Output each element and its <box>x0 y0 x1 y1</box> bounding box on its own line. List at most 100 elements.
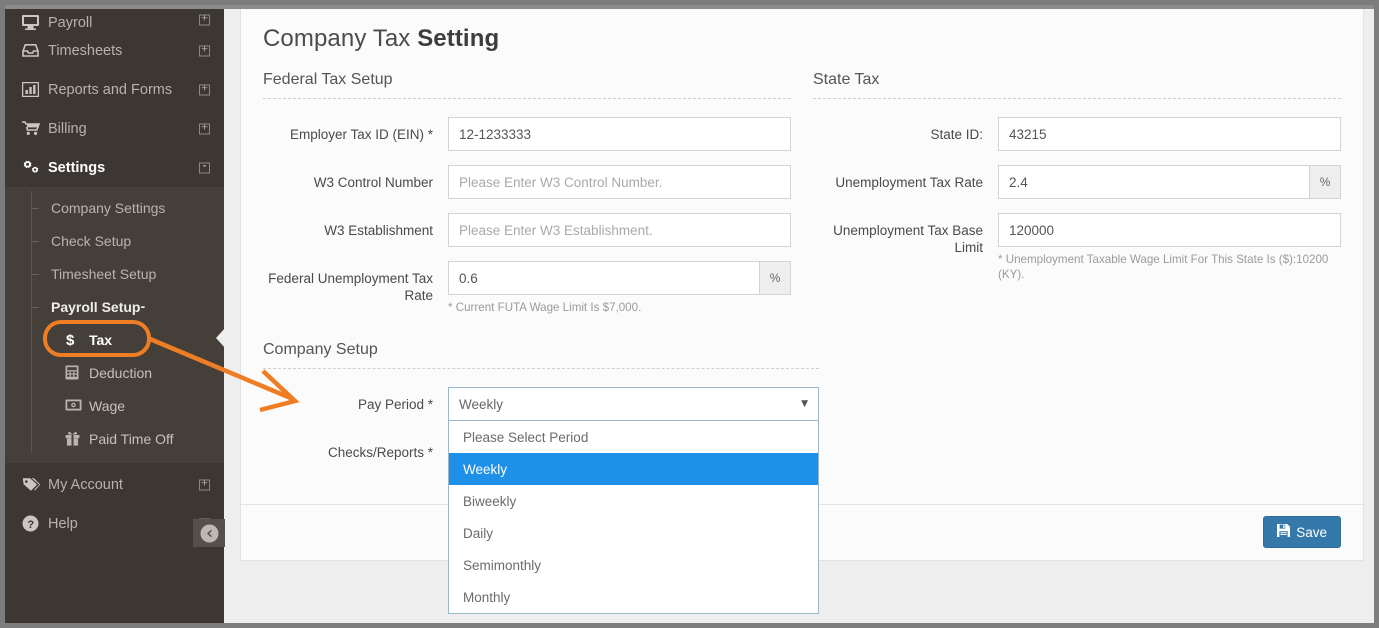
desktop-icon <box>22 13 48 31</box>
sidebar-expander-payroll-setup[interactable]: - <box>140 298 145 315</box>
gears-icon <box>22 159 48 177</box>
federal-unemployment-tax-rate-input[interactable] <box>448 261 760 295</box>
inbox-icon <box>22 42 48 60</box>
pay-period-options-list: Please Select Period Weekly Biweekly Dai… <box>448 421 819 614</box>
section-divider <box>813 98 1341 99</box>
sidebar-expander-payroll[interactable]: + <box>199 14 210 26</box>
sidebar-item-wage[interactable]: Wage <box>5 389 224 422</box>
federal-section-title: Federal Tax Setup <box>263 71 393 88</box>
page-title: Company Tax Setting <box>263 25 1341 53</box>
sidebar-item-paid-time-off-label: Paid Time Off <box>89 430 174 447</box>
sidebar-active-pointer <box>216 327 226 349</box>
sidebar-item-settings[interactable]: Settings - <box>5 148 224 187</box>
field-unemployment-tax-base-limit: Unemployment Tax Base Limit * Unemployme… <box>813 213 1341 282</box>
sidebar-item-company-settings[interactable]: Company Settings <box>5 191 224 224</box>
sidebar-item-billing[interactable]: Billing + <box>5 109 224 148</box>
pay-period-option[interactable]: Monthly <box>449 581 818 613</box>
sidebar-item-timesheet-setup[interactable]: Timesheet Setup <box>5 257 224 290</box>
percent-addon: % <box>1309 165 1341 199</box>
sidebar-item-payroll-setup[interactable]: Payroll Setup - <box>5 290 224 323</box>
pay-period-option[interactable]: Daily <box>449 517 818 549</box>
dollar-icon: $ <box>65 332 89 348</box>
section-divider <box>263 98 791 99</box>
sidebar-item-reports-and-forms-label: Reports and Forms <box>48 81 173 98</box>
w3-establishment-input[interactable] <box>448 213 791 247</box>
sidebar-navigation: Payroll + Timesheets + Reports and Forms… <box>5 5 225 623</box>
field-state-id: State ID: <box>813 117 1341 151</box>
sidebar-expander-settings[interactable]: - <box>199 162 210 173</box>
field-employer-tax-id: Employer Tax ID (EIN) * <box>263 117 791 151</box>
sidebar-item-payroll[interactable]: Payroll + <box>5 9 224 31</box>
unemployment-tax-base-limit-input[interactable] <box>998 213 1341 247</box>
sidebar-item-payroll-setup-label: Payroll Setup <box>51 298 141 315</box>
pay-period-option[interactable]: Semimonthly <box>449 549 818 581</box>
sidebar-item-wage-label: Wage <box>89 397 126 414</box>
pay-period-option[interactable]: Please Select Period <box>449 421 818 453</box>
pay-period-select[interactable]: Weekly ▼ <box>448 387 819 421</box>
sidebar-item-timesheets[interactable]: Timesheets + <box>5 31 224 70</box>
state-section-title: State Tax <box>813 71 880 88</box>
svg-text:$: $ <box>66 332 75 348</box>
tax-columns: Federal Tax Setup Employer Tax ID (EIN) … <box>263 71 1341 329</box>
field-pay-period-label: Pay Period * <box>357 397 433 412</box>
sidebar-item-payroll-label: Payroll <box>48 15 93 31</box>
sidebar-item-my-account[interactable]: My Account + <box>5 465 224 504</box>
pay-period-option-selected[interactable]: Weekly <box>449 453 818 485</box>
sidebar-item-timesheets-label: Timesheets <box>48 42 123 59</box>
calculator-icon <box>65 365 89 380</box>
state-id-input[interactable] <box>998 117 1341 151</box>
tax-settings-panel: Company Tax Setting Federal Tax Setup Em… <box>240 9 1364 614</box>
sidebar-item-tax[interactable]: $ Tax <box>5 323 224 356</box>
tree-dash <box>32 207 39 209</box>
pay-period-option[interactable]: Biweekly <box>449 485 818 517</box>
tags-icon <box>22 476 48 494</box>
sidebar-item-timesheet-setup-label: Timesheet Setup <box>51 265 157 282</box>
field-w3-establishment: W3 Establishment <box>263 213 791 247</box>
state-wage-limit-hint: * Unemployment Taxable Wage Limit For Th… <box>998 253 1329 281</box>
sidebar-item-deduction-label: Deduction <box>89 364 153 381</box>
sidebar-submenu-settings: Company Settings Check Setup Timesheet S… <box>5 187 224 463</box>
money-bill-icon <box>65 399 89 412</box>
futa-wage-limit-hint: * Current FUTA Wage Limit Is $7,000. <box>448 301 642 314</box>
sidebar-expander-my-account[interactable]: + <box>199 479 210 490</box>
sidebar-item-help[interactable]: ? Help + <box>5 504 224 543</box>
sidebar-item-check-setup[interactable]: Check Setup <box>5 224 224 257</box>
sidebar-expander-reports[interactable]: + <box>199 84 210 95</box>
bar-chart-icon <box>22 81 48 99</box>
field-unemployment-tax-rate: Unemployment Tax Rate % <box>813 165 1341 199</box>
field-unemployment-tax-base-limit-label: Unemployment Tax Base Limit <box>833 223 983 255</box>
sidebar-item-check-setup-label: Check Setup <box>51 232 132 249</box>
sidebar-item-settings-label: Settings <box>48 159 106 176</box>
save-button-label: Save <box>1296 524 1327 540</box>
sidebar-item-deduction[interactable]: Deduction <box>5 356 224 389</box>
sidebar-item-my-account-label: My Account <box>48 476 123 493</box>
chevron-down-icon: ▼ <box>801 399 808 409</box>
sidebar-item-billing-label: Billing <box>48 120 87 137</box>
employer-tax-id-input[interactable] <box>448 117 791 151</box>
arrow-circle-left-icon <box>200 524 219 543</box>
gift-icon <box>65 431 89 446</box>
floppy-disk-icon <box>1277 524 1291 540</box>
cart-icon <box>22 120 48 138</box>
state-tax-column: State Tax State ID: Unemployment Tax Rat… <box>813 71 1341 329</box>
save-button[interactable]: Save <box>1263 516 1341 548</box>
sidebar-expander-billing[interactable]: + <box>199 123 210 134</box>
company-section-title: Company Setup <box>263 341 378 358</box>
sidebar-item-tax-label: Tax <box>89 331 113 348</box>
tree-dash <box>32 273 39 275</box>
main-content: Company Tax Setting Federal Tax Setup Em… <box>224 5 1374 623</box>
sidebar-expander-timesheets[interactable]: + <box>199 45 210 56</box>
svg-text:?: ? <box>27 519 34 531</box>
sidebar-item-reports-and-forms[interactable]: Reports and Forms + <box>5 70 224 109</box>
unemployment-tax-rate-input[interactable] <box>998 165 1310 199</box>
field-federal-unemployment-tax-rate-label: Federal Unemployment Tax Rate <box>268 271 433 303</box>
field-employer-tax-id-label: Employer Tax ID (EIN) * <box>289 127 433 142</box>
percent-addon: % <box>759 261 791 295</box>
w3-control-number-input[interactable] <box>448 165 791 199</box>
page-title-strong: Setting <box>417 25 500 52</box>
field-w3-establishment-label: W3 Establishment <box>324 223 433 238</box>
tax-settings-form: Company Tax Setting Federal Tax Setup Em… <box>241 9 1363 614</box>
sidebar-item-paid-time-off[interactable]: Paid Time Off <box>5 422 224 455</box>
sidebar-collapse-button[interactable] <box>193 519 225 547</box>
field-pay-period: Pay Period * Weekly ▼ Please Select Peri… <box>263 387 819 614</box>
